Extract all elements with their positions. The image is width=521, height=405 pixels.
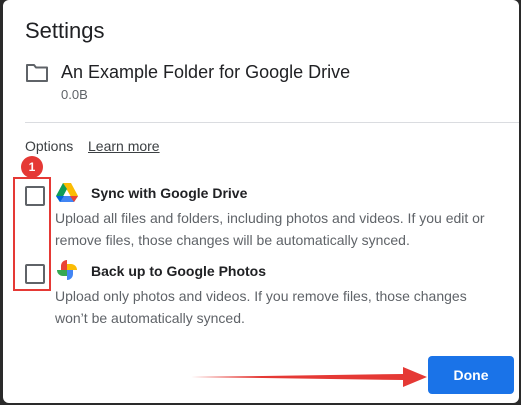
annotation-step-badge: 1 xyxy=(21,156,43,178)
settings-dialog: Settings An Example Folder for Google Dr… xyxy=(3,0,519,403)
done-button[interactable]: Done xyxy=(428,356,514,394)
annotation-arrow-icon xyxy=(191,367,427,387)
learn-more-link[interactable]: Learn more xyxy=(88,138,160,154)
divider xyxy=(25,122,519,123)
options-label: Options xyxy=(25,138,74,154)
google-drive-icon xyxy=(56,183,78,202)
sync-drive-description: Upload all files and folders, including … xyxy=(55,210,485,248)
dialog-title: Settings xyxy=(25,18,105,43)
google-photos-icon xyxy=(57,260,77,280)
folder-outline-icon xyxy=(26,64,48,82)
backup-photos-description: Upload only photos and videos. If you re… xyxy=(55,288,467,326)
folder-size: 0.0B xyxy=(61,87,88,102)
folder-name: An Example Folder for Google Drive xyxy=(61,62,351,82)
backup-photos-title: Back up to Google Photos xyxy=(91,263,267,279)
sync-drive-title: Sync with Google Drive xyxy=(91,185,248,201)
annotation-highlight-box xyxy=(13,177,51,291)
